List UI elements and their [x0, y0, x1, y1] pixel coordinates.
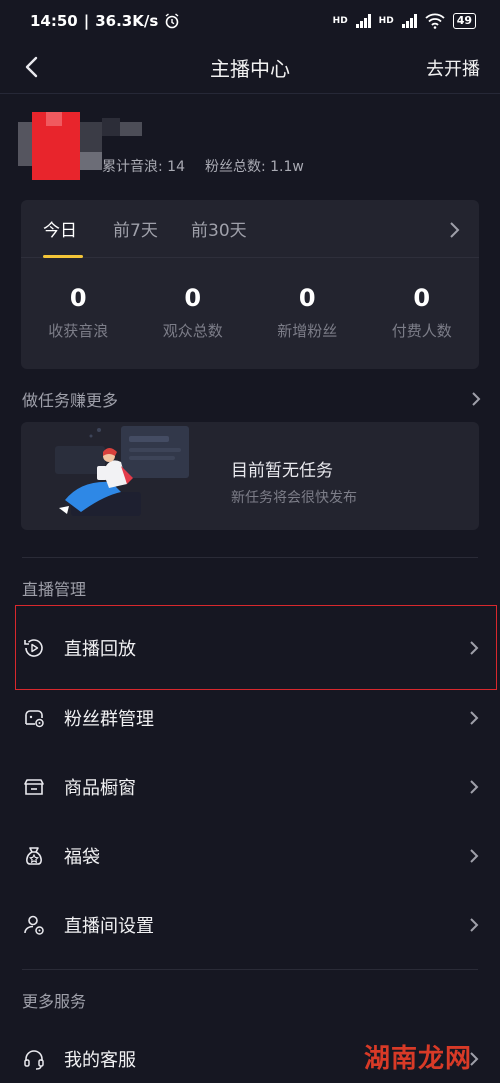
metric-sound-waves[interactable]: 0 收获音浪	[21, 284, 136, 341]
metric-paying-users[interactable]: 0 付费人数	[365, 284, 480, 341]
task-empty-title: 目前暂无任务	[231, 461, 333, 481]
metric-value: 0	[413, 284, 431, 312]
task-empty-subtitle: 新任务将会很快发布	[231, 490, 357, 506]
metrics-row: 0 收获音浪 0 观众总数 0 新增粉丝 0 付费人数	[21, 284, 479, 341]
live-management-header: 直播管理	[22, 576, 482, 600]
metric-value: 0	[69, 284, 87, 312]
showcase-icon	[24, 778, 44, 795]
divider	[22, 969, 478, 970]
tab-last-7-days[interactable]: 前7天	[113, 216, 158, 241]
menu-label: 直播回放	[64, 638, 136, 660]
cumulative-sound-waves: 累计音浪: 14	[102, 159, 185, 175]
menu-label: 福袋	[64, 846, 100, 868]
nav-bar: 主播中心 去开播	[0, 42, 500, 94]
menu-item-live-replay[interactable]: 直播回放	[0, 613, 500, 682]
tab-last-30-days[interactable]: 前30天	[191, 216, 247, 241]
menu-label: 商品橱窗	[64, 777, 136, 799]
go-live-button[interactable]: 去开播	[426, 55, 480, 81]
signal-label-1: HD	[332, 16, 348, 26]
menu-label: 粉丝群管理	[64, 708, 154, 730]
status-right: HD HD 49	[333, 13, 476, 29]
wifi-icon	[425, 13, 445, 29]
metric-new-fans[interactable]: 0 新增粉丝	[250, 284, 365, 341]
metric-total-viewers[interactable]: 0 观众总数	[136, 284, 251, 341]
metric-label: 收获音浪	[48, 322, 109, 340]
metric-label: 新增粉丝	[277, 322, 338, 340]
total-fans: 粉丝总数: 1.1w	[204, 159, 304, 175]
profile-stats: 累计音浪: 14 粉丝总数: 1.1w	[102, 156, 304, 176]
menu-item-fan-group[interactable]: 粉丝群管理	[0, 683, 500, 752]
signal-icon-2	[401, 14, 417, 28]
chevron-right-icon[interactable]	[447, 220, 461, 240]
menu-item-product-showcase[interactable]: 商品橱窗	[0, 752, 500, 821]
menu-label: 直播间设置	[64, 915, 154, 937]
status-left: 14:50 | 36.3K/s	[30, 12, 180, 30]
metric-value: 0	[298, 284, 316, 312]
metric-label: 付费人数	[391, 322, 452, 340]
chevron-right-icon	[470, 917, 479, 932]
chevron-right-icon	[470, 779, 479, 794]
chevron-right-icon	[470, 640, 479, 655]
alarm-icon	[165, 13, 179, 29]
lucky-bag-icon	[26, 846, 42, 865]
headset-icon	[24, 1049, 44, 1070]
metric-label: 观众总数	[162, 322, 223, 340]
section-title-tasks: 做任务赚更多	[22, 391, 119, 410]
section-title-live-management: 直播管理	[22, 580, 87, 599]
divider	[22, 557, 478, 558]
status-separator: |	[83, 12, 90, 30]
active-tab-underline	[43, 255, 83, 258]
chevron-right-icon	[470, 848, 479, 863]
menu-item-room-settings[interactable]: 直播间设置	[0, 890, 500, 959]
signal-label-2: HD	[378, 16, 394, 26]
chevron-right-icon	[472, 392, 481, 406]
fan-group-icon	[25, 709, 44, 727]
section-title-more-services: 更多服务	[22, 992, 87, 1011]
tasks-section-header[interactable]: 做任务赚更多	[22, 387, 482, 411]
page-title: 主播中心	[210, 57, 290, 81]
status-time: 14:50	[30, 12, 78, 30]
back-arrow-icon[interactable]	[20, 54, 46, 80]
more-services-header: 更多服务	[22, 988, 482, 1012]
period-tabs: 今日 前7天 前30天	[21, 200, 479, 258]
task-empty-card: 目前暂无任务 新任务将会很快发布	[21, 422, 479, 530]
stats-card: 今日 前7天 前30天 0 收获音浪 0 观众总数 0 新增粉丝 0 付费人数	[21, 200, 479, 369]
status-network-speed: 36.3K/s	[95, 12, 159, 30]
menu-label: 我的客服	[64, 1049, 136, 1071]
room-settings-icon	[24, 915, 44, 935]
status-bar: 14:50 | 36.3K/s HD HD 49	[0, 0, 500, 42]
battery-icon: 49	[452, 13, 476, 29]
chevron-right-icon	[470, 710, 479, 725]
profile-section: 累计音浪: 14 粉丝总数: 1.1w	[18, 112, 488, 187]
watermark: 湖南龙网	[363, 1044, 472, 1074]
empty-tasks-illustration	[55, 426, 189, 516]
task-empty-text: 目前暂无任务 新任务将会很快发布	[231, 456, 357, 507]
metric-value: 0	[184, 284, 202, 312]
replay-icon	[24, 638, 43, 657]
tab-today[interactable]: 今日	[43, 216, 77, 241]
signal-icon-1	[355, 14, 371, 28]
menu-item-lucky-bag[interactable]: 福袋	[0, 821, 500, 890]
